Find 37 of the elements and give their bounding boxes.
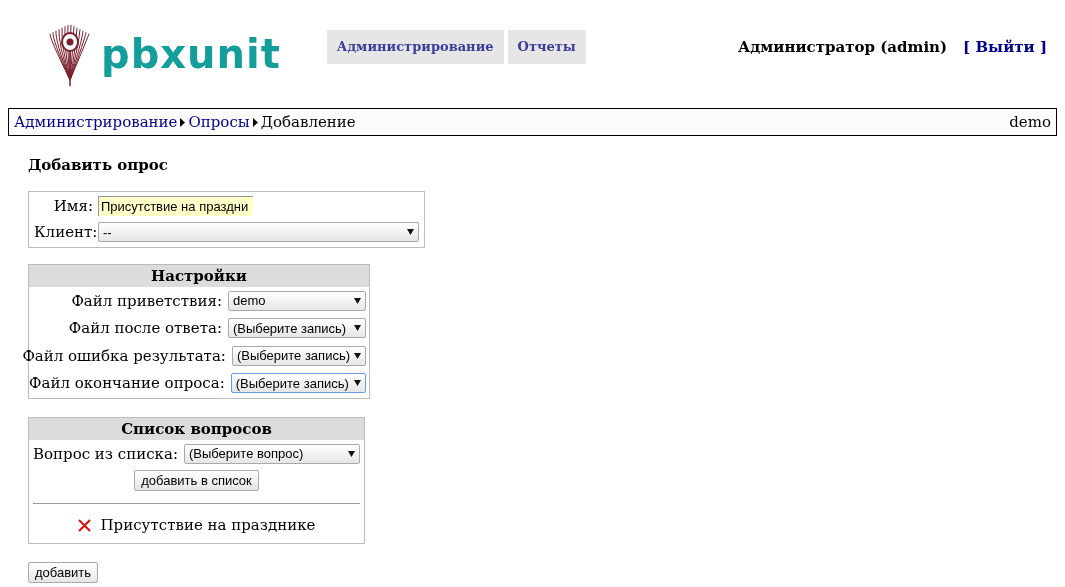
caret-icon — [354, 297, 361, 304]
panel-header: Список вопросов — [29, 417, 364, 440]
field-label: Вопрос из списка: — [33, 443, 178, 465]
dropdown[interactable]: (Выберите запись) — [230, 373, 366, 394]
caret-icon — [354, 325, 361, 332]
question-item: Присутствие на празднике — [100, 515, 316, 536]
dropdown[interactable]: (Выберите вопрос) — [183, 443, 360, 464]
breadcrumb-link[interactable]: Опросы — [188, 110, 250, 134]
field-label: Файл приветствия: — [71, 290, 222, 312]
arrow-right-icon — [252, 117, 258, 127]
dropdown[interactable]: (Выберите запись) — [228, 318, 366, 339]
logo-text: pbxunit — [101, 30, 281, 79]
field-label: Файл окончание опроса: — [29, 373, 225, 394]
server-name: demo — [1009, 111, 1051, 133]
breadcrumb-current: Добавление — [260, 111, 356, 133]
caret-icon — [354, 380, 361, 387]
dropdown[interactable]: demo — [228, 290, 366, 311]
field-label: Файл ошибка результата: — [22, 345, 226, 367]
field-label: Файл после ответа: — [68, 318, 222, 339]
arrow-right-icon — [180, 117, 186, 127]
add-to-list-button[interactable]: добавить в список — [134, 470, 259, 491]
caret-icon — [354, 352, 361, 359]
name-field[interactable]: Присутствие на праздни — [98, 195, 253, 216]
logout-link[interactable]: [ Выйти ] — [963, 35, 1047, 59]
breadcrumb-link[interactable]: Администрирование — [14, 110, 178, 134]
delete-icon[interactable] — [77, 518, 91, 532]
submit-button[interactable]: добавить — [28, 561, 99, 583]
user-name: Администратор (admin) — [738, 36, 948, 58]
dropdown[interactable]: (Выберите запись) — [231, 345, 366, 366]
nav-tab[interactable]: Отчеты — [507, 30, 586, 64]
panel-header: Настройки — [29, 264, 369, 287]
nav-tab[interactable]: Администрирование — [326, 30, 504, 64]
dropdown[interactable]: -- — [98, 222, 419, 243]
caret-icon — [407, 229, 414, 236]
caret-icon — [348, 450, 355, 457]
page-title: Добавить опрос — [28, 155, 169, 176]
field-label: Имя: — [52, 195, 93, 217]
